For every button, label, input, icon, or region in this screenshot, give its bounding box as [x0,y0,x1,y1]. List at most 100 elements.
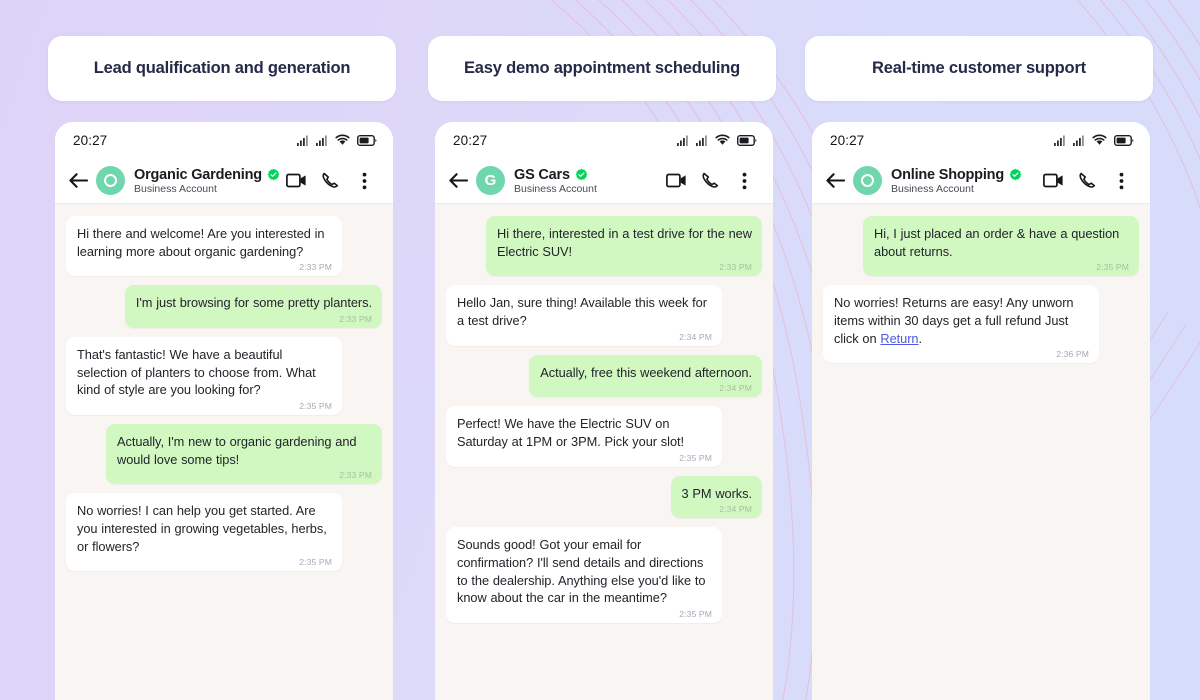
signal-bars-icon [1073,135,1084,146]
message-timestamp: 2:34 PM [679,331,712,342]
voice-call-button[interactable] [1070,172,1104,189]
message-bubble-outgoing[interactable]: 3 PM works. 2:34 PM [670,475,762,519]
chat-identity: Online Shopping Business Account [891,167,1036,195]
message-bubble-incoming[interactable]: Perfect! We have the Electric SUV on Sat… [446,406,722,467]
message-bubble-incoming[interactable]: That's fantastic! We have a beautiful se… [66,336,342,415]
feature-column-customer-support: Real-time customer support 20:27 Online … [805,0,1153,700]
message-list: Hi there and welcome! Are you interested… [55,204,393,700]
message-timestamp: 2:34 PM [719,383,752,394]
feature-column-lead-qualification: Lead qualification and generation 20:27 [48,0,396,700]
more-options-icon [362,172,366,189]
status-bar: 20:27 [812,122,1150,158]
message-row: Hello Jan, sure thing! Available this we… [446,285,762,346]
battery-icon [357,134,377,146]
message-text: No worries! Returns are easy! Any unworn… [834,295,1074,346]
signal-bars-icon [316,135,327,146]
chat-header: Organic Gardening Business Account [55,158,393,204]
chat-subtitle: Business Account [514,182,597,195]
message-text: Hi there, interested in a test drive for… [497,226,752,259]
more-options-button[interactable] [727,172,761,190]
message-text: Hi there and welcome! Are you interested… [77,226,325,259]
back-button[interactable] [67,170,89,192]
chat-actions [1036,172,1138,190]
message-row: Sounds good! Got your email for confirma… [446,527,762,623]
wifi-icon [715,134,730,145]
message-bubble-incoming[interactable]: No worries! Returns are easy! Any unworn… [823,285,1099,364]
message-bubble-incoming[interactable]: Hi there and welcome! Are you interested… [66,216,342,277]
chat-title: Organic Gardening [134,166,262,183]
message-row: Hi there and welcome! Are you interested… [66,216,382,277]
message-bubble-incoming[interactable]: Hello Jan, sure thing! Available this we… [446,285,722,346]
voice-call-icon [321,172,338,188]
voice-call-button[interactable] [693,172,727,189]
more-options-button[interactable] [347,172,381,190]
more-options-button[interactable] [1104,172,1138,190]
message-timestamp: 2:33 PM [339,470,372,481]
message-text-suffix: . [918,330,923,346]
message-timestamp: 2:35 PM [299,400,332,411]
message-timestamp: 2:34 PM [719,504,752,515]
chat-header: Online Shopping Business Account [812,158,1150,204]
message-text: I'm just browsing for some pretty plante… [135,295,372,311]
verified-badge-icon [267,168,280,181]
phone-mockup: 20:27 G GS Cars Business Account Hi ther… [435,122,773,700]
chat-actions [279,172,381,190]
status-time: 20:27 [73,132,108,148]
video-call-icon [1042,173,1063,188]
chat-subtitle: Business Account [134,182,217,195]
page-root: Lead qualification and generation 20:27 [0,0,1200,700]
message-text: That's fantastic! We have a beautiful se… [77,346,316,398]
message-bubble-outgoing[interactable]: Hi there, interested in a test drive for… [486,216,762,277]
chat-identity: Organic Gardening Business Account [134,166,280,195]
back-arrow-icon [448,173,468,188]
message-bubble-incoming[interactable]: No worries! I can help you get started. … [66,493,342,572]
message-timestamp: 2:36 PM [1056,349,1089,360]
avatar[interactable]: G [476,166,505,195]
message-text: Hi, I just placed an order & have a ques… [874,226,1120,259]
message-text: Perfect! We have the Electric SUV on Sat… [457,416,685,449]
battery-icon [1114,134,1134,146]
message-bubble-outgoing[interactable]: Actually, free this weekend afternoon. 2… [529,354,762,398]
more-options-icon [1119,172,1123,189]
message-timestamp: 2:33 PM [339,313,372,324]
message-row: That's fantastic! We have a beautiful se… [66,336,382,415]
verified-badge-icon [1009,168,1022,181]
feature-title: Lead qualification and generation [93,59,351,77]
message-bubble-outgoing[interactable]: Actually, I'm new to organic gardening a… [106,423,382,485]
message-timestamp: 2:33 PM [299,262,332,273]
video-call-icon [665,173,686,188]
voice-call-button[interactable] [313,172,347,189]
feature-title: Real-time customer support [872,59,1086,77]
message-list: Hi, I just placed an order & have a ques… [812,204,1150,700]
status-icons [677,134,757,146]
return-link[interactable]: Return [880,331,918,346]
message-row: Actually, free this weekend afternoon. 2… [446,354,762,398]
message-row: No worries! I can help you get started. … [66,493,382,572]
chat-title: GS Cars [514,166,570,183]
status-time: 20:27 [453,132,488,148]
chat-actions [659,172,761,190]
message-bubble-outgoing[interactable]: Hi, I just placed an order & have a ques… [863,216,1139,277]
video-call-button[interactable] [659,173,693,188]
video-call-button[interactable] [279,173,313,188]
feature-column-demo-scheduling: Easy demo appointment scheduling 20:27 G [428,0,776,700]
video-call-button[interactable] [1036,173,1070,188]
message-text: Actually, I'm new to organic gardening a… [117,433,357,467]
message-bubble-outgoing[interactable]: I'm just browsing for some pretty plante… [124,285,382,328]
verified-badge-icon [575,168,588,181]
feature-title-card: Real-time customer support [805,36,1153,101]
message-text-composite: No worries! Returns are easy! Any unworn… [834,294,1089,347]
avatar[interactable] [96,166,125,195]
message-timestamp: 2:35 PM [299,557,332,568]
back-button[interactable] [824,170,846,192]
status-icons [1054,134,1134,146]
status-bar: 20:27 [435,122,773,158]
back-arrow-icon [825,173,845,188]
back-button[interactable] [447,170,469,192]
voice-call-icon [1078,172,1095,188]
message-timestamp: 2:33 PM [719,262,752,273]
chat-title: Online Shopping [891,166,1004,183]
message-bubble-incoming[interactable]: Sounds good! Got your email for confirma… [446,527,722,623]
avatar[interactable] [853,166,882,195]
message-row: Hi, I just placed an order & have a ques… [823,216,1139,277]
